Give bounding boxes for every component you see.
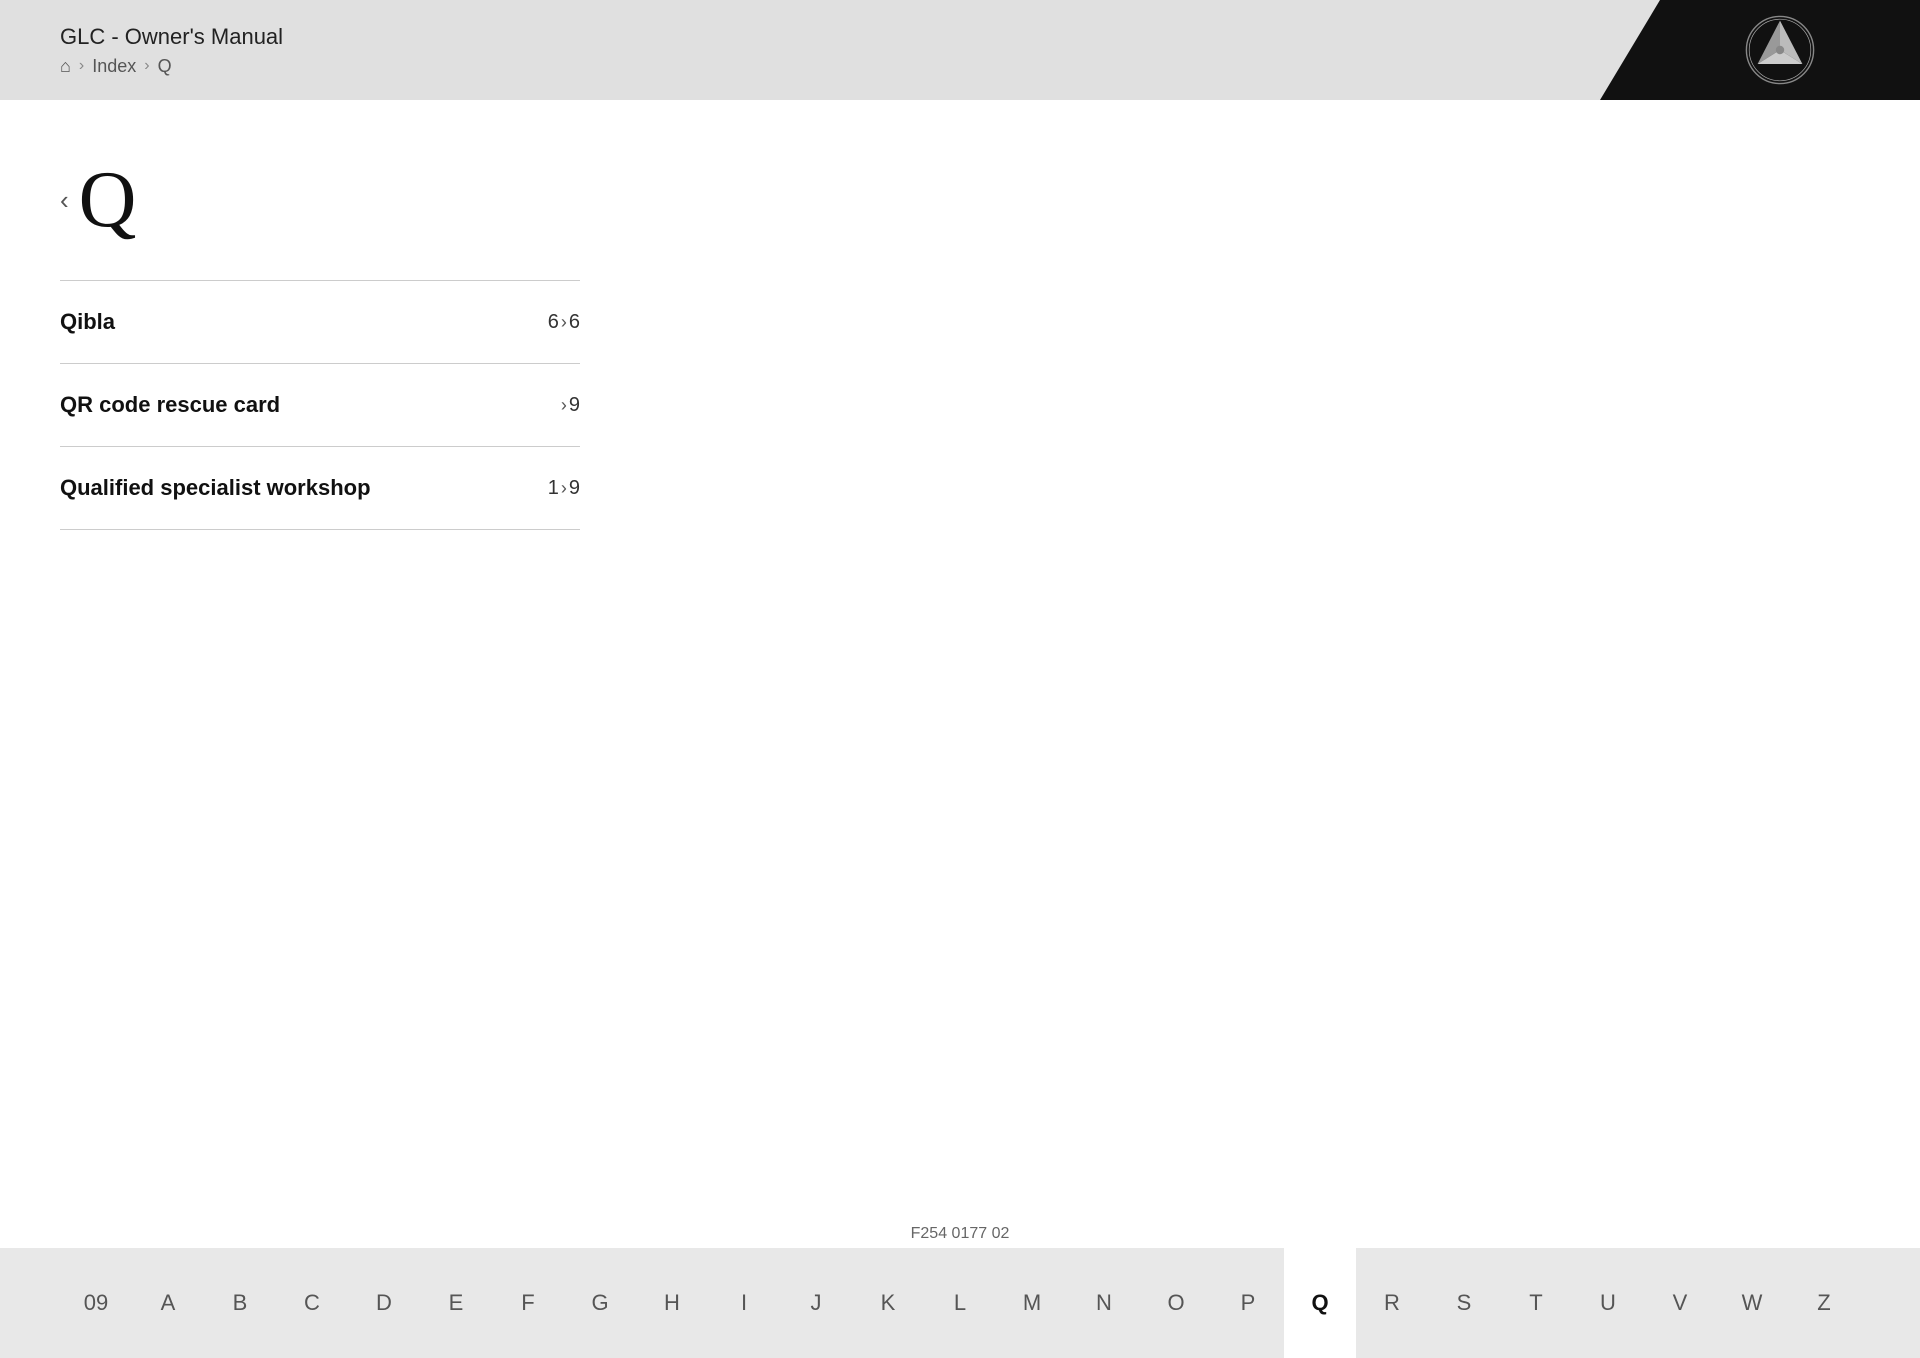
- home-icon[interactable]: ⌂: [60, 56, 71, 77]
- index-item-page: 6›6: [548, 311, 580, 334]
- header-left: GLC - Owner's Manual ⌂ › Index › Q: [0, 24, 283, 77]
- logo-area: [1600, 0, 1920, 100]
- page-num-suffix: 9: [569, 394, 580, 417]
- section-letter: Q: [79, 160, 137, 240]
- alpha-item-j[interactable]: J: [780, 1248, 852, 1358]
- header: GLC - Owner's Manual ⌂ › Index › Q: [0, 0, 1920, 100]
- alpha-item-s[interactable]: S: [1428, 1248, 1500, 1358]
- page-num-prefix: 6: [548, 311, 559, 334]
- page-num-suffix: 9: [569, 477, 580, 500]
- breadcrumb-index[interactable]: Index: [92, 56, 136, 77]
- alpha-item-e[interactable]: E: [420, 1248, 492, 1358]
- alpha-item-d[interactable]: D: [348, 1248, 420, 1358]
- index-item-page: ›9: [559, 394, 580, 417]
- breadcrumb-current[interactable]: Q: [158, 56, 172, 77]
- breadcrumb-sep-1: ›: [79, 57, 84, 75]
- alpha-item-a[interactable]: A: [132, 1248, 204, 1358]
- page-arrow-icon: ›: [561, 478, 567, 499]
- alpha-item-k[interactable]: K: [852, 1248, 924, 1358]
- alpha-item-i[interactable]: I: [708, 1248, 780, 1358]
- alpha-item-b[interactable]: B: [204, 1248, 276, 1358]
- alpha-item-o[interactable]: O: [1140, 1248, 1212, 1358]
- alpha-item-l[interactable]: L: [924, 1248, 996, 1358]
- alpha-item-w[interactable]: W: [1716, 1248, 1788, 1358]
- main-content: ‹ Q Qibla6›6QR code rescue card›9Qualifi…: [0, 100, 1920, 1248]
- page-num-prefix: 1: [548, 477, 559, 500]
- alpha-item-f[interactable]: F: [492, 1248, 564, 1358]
- alpha-item-n[interactable]: N: [1068, 1248, 1140, 1358]
- alpha-item-m[interactable]: M: [996, 1248, 1068, 1358]
- alpha-item-q[interactable]: Q: [1284, 1248, 1356, 1358]
- alpha-item-h[interactable]: H: [636, 1248, 708, 1358]
- alpha-item-v[interactable]: V: [1644, 1248, 1716, 1358]
- alpha-item-09[interactable]: 09: [60, 1248, 132, 1358]
- index-item-label: Qualified specialist workshop: [60, 475, 371, 501]
- alpha-item-u[interactable]: U: [1572, 1248, 1644, 1358]
- header-title: GLC - Owner's Manual: [60, 24, 283, 50]
- index-item-label: QR code rescue card: [60, 392, 280, 418]
- page-arrow-icon: ›: [561, 312, 567, 333]
- alpha-item-p[interactable]: P: [1212, 1248, 1284, 1358]
- index-list: Qibla6›6QR code rescue card›9Qualified s…: [60, 280, 580, 530]
- alpha-item-t[interactable]: T: [1500, 1248, 1572, 1358]
- doc-number: F254 0177 02: [911, 1225, 1010, 1243]
- index-item[interactable]: QR code rescue card ›9: [60, 364, 580, 447]
- section-letter-nav: ‹ Q: [60, 160, 1920, 240]
- index-item[interactable]: Qibla 6›6: [60, 280, 580, 364]
- page-num-suffix: 6: [569, 311, 580, 334]
- alpha-item-r[interactable]: R: [1356, 1248, 1428, 1358]
- breadcrumb: ⌂ › Index › Q: [60, 56, 283, 77]
- alpha-item-c[interactable]: C: [276, 1248, 348, 1358]
- breadcrumb-sep-2: ›: [144, 57, 149, 75]
- alpha-item-z[interactable]: Z: [1788, 1248, 1860, 1358]
- page-arrow-icon: ›: [561, 395, 567, 416]
- mercedes-logo: [1745, 15, 1815, 85]
- alphabet-bar: 09ABCDEFGHIJKLMNOPQRSTUVWZ: [0, 1248, 1920, 1358]
- index-item-label: Qibla: [60, 309, 115, 335]
- prev-section-button[interactable]: ‹: [60, 185, 69, 216]
- index-item-page: 1›9: [548, 477, 580, 500]
- index-item[interactable]: Qualified specialist workshop 1›9: [60, 447, 580, 530]
- alpha-item-g[interactable]: G: [564, 1248, 636, 1358]
